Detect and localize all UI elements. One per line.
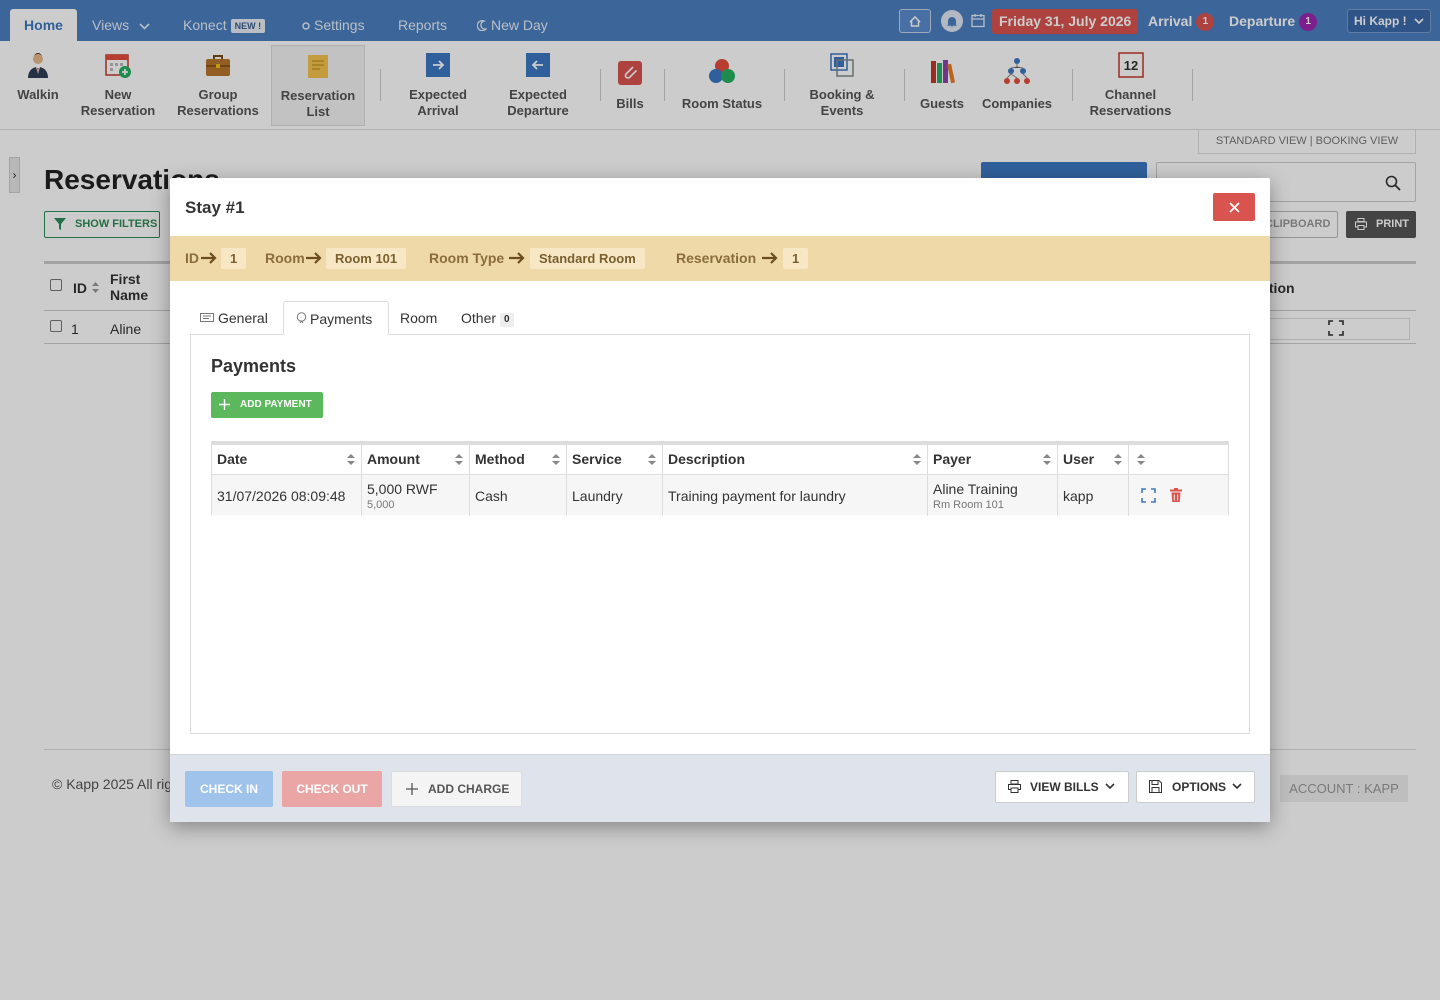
column-header-actions[interactable] [1129,445,1228,474]
arrow-right-icon [509,252,525,264]
tab-payments-label: Payments [310,311,373,327]
plus-icon [219,399,230,410]
arrow-right-icon [306,252,322,264]
close-icon [1228,201,1240,213]
payment-payer: Aline Training [933,481,1018,497]
chevron-down-icon [1232,783,1242,790]
payment-amount: 5,000 RWF [367,481,438,497]
sort-icon [1137,454,1145,465]
column-header-method-label: Method [475,451,525,467]
sort-icon [648,454,656,465]
info-room-type-value: Standard Room [530,248,645,269]
column-header-date[interactable]: Date [212,445,362,474]
column-header-payer[interactable]: Payer [928,445,1058,474]
tab-other-label: Other [461,310,497,326]
column-header-description[interactable]: Description [663,445,928,474]
arrow-right-icon [201,252,217,264]
info-reservation-value: 1 [783,248,809,269]
tab-payments[interactable]: Payments [283,301,389,335]
check-out-button[interactable]: CHECK OUT [282,771,382,807]
info-reservation-label: Reservation [676,250,757,266]
cell-payer: Aline Training Rm Room 101 [928,475,1058,516]
coin-icon [296,312,307,324]
column-header-amount[interactable]: Amount [362,445,470,474]
chevron-down-icon [1105,783,1115,790]
sort-icon [913,454,921,465]
cell-description: Training payment for laundry [663,475,928,516]
payments-table: Date Amount Method Service Description P… [211,441,1229,516]
expand-icon[interactable] [1141,488,1156,503]
info-id-value: 1 [221,248,247,269]
payment-user: kapp [1063,488,1094,504]
tab-other[interactable]: Other 0 [461,301,514,335]
payment-service: Laundry [572,488,623,504]
payments-heading: Payments [211,356,297,376]
column-header-service-label: Service [572,451,622,467]
column-header-method[interactable]: Method [470,445,567,474]
tab-general-label: General [218,310,268,326]
info-room-label: Room [265,250,305,266]
plus-icon [406,783,418,795]
column-header-payer-label: Payer [933,451,972,467]
cell-date: 31/07/2026 08:09:48 [212,475,362,516]
payment-description: Training payment for laundry [668,488,846,504]
sort-icon [1114,454,1122,465]
tab-general[interactable]: General [200,301,268,335]
payment-date: 31/07/2026 08:09:48 [217,488,346,504]
payment-payer-sub: Rm Room 101 [933,499,1004,511]
modal-title: Stay #1 [185,198,245,217]
payment-method: Cash [475,488,508,504]
info-room-value: Room 101 [326,248,407,269]
printer-icon [1008,780,1021,793]
payment-amount-sub: 5,000 [367,499,395,511]
cell-method: Cash [470,475,567,516]
sort-icon [1043,454,1051,465]
modal-footer: CHECK IN CHECK OUT ADD CHARGE VIEW BILLS… [170,754,1270,822]
cell-amount: 5,000 RWF 5,000 [362,475,470,516]
check-in-button[interactable]: CHECK IN [185,771,273,807]
chat-icon [200,313,214,322]
column-header-description-label: Description [668,451,746,467]
trash-icon[interactable] [1170,488,1182,502]
save-icon [1149,780,1162,793]
cell-actions [1129,475,1228,516]
tab-room[interactable]: Room [400,301,437,335]
arrow-right-icon [762,252,778,264]
cell-user: kapp [1058,475,1129,516]
info-room-type-label: Room Type [429,250,505,266]
column-header-user[interactable]: User [1058,445,1129,474]
column-header-service[interactable]: Service [567,445,663,474]
close-button[interactable] [1213,193,1255,221]
sort-icon [347,454,355,465]
payments-panel [190,335,1250,734]
tab-other-count: 0 [500,313,514,327]
stay-info-bar: ID 1 Room Room 101 Room Type Standard Ro… [170,236,1270,281]
stay-modal: Stay #1 ID 1 Room Room 101 Room Type Sta… [170,178,1270,822]
table-row: 31/07/2026 08:09:48 5,000 RWF 5,000 Cash … [212,474,1228,516]
cell-service: Laundry [567,475,663,516]
column-header-amount-label: Amount [367,451,420,467]
sort-icon [552,454,560,465]
sort-icon [455,454,463,465]
info-id-label: ID [185,250,199,266]
column-header-date-label: Date [217,451,248,467]
column-header-user-label: User [1063,451,1095,467]
